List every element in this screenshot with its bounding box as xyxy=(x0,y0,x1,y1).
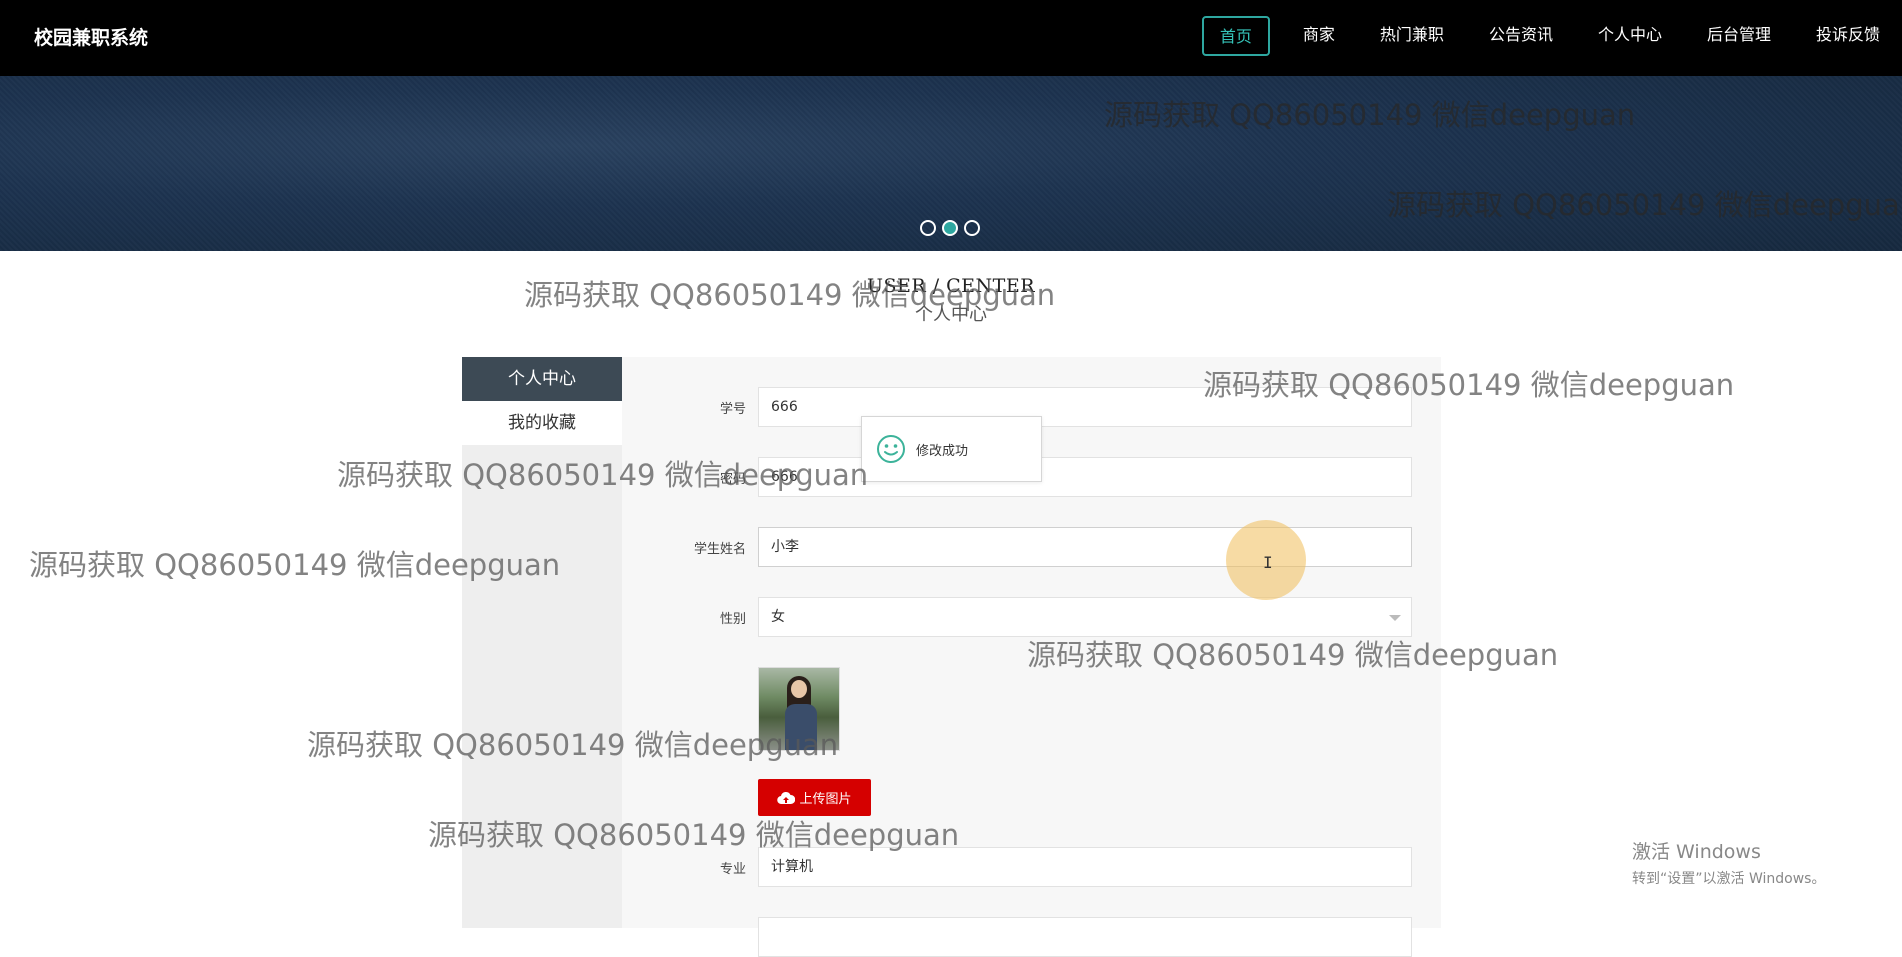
form-row-name: 学生姓名 小李 xyxy=(622,527,1441,567)
chevron-down-icon xyxy=(1389,615,1401,621)
nav-merchants[interactable]: 商家 xyxy=(1281,16,1357,56)
windows-activation-hint: 转到“设置”以激活 Windows。 xyxy=(1632,871,1826,887)
site-brand[interactable]: 校园兼职系统 xyxy=(34,23,148,50)
gender-label: 性别 xyxy=(719,612,746,627)
carousel-dot-3[interactable] xyxy=(964,220,980,236)
toast-message: 修改成功 xyxy=(916,443,969,459)
windows-activation-title: 激活 Windows xyxy=(1632,841,1761,863)
nav-home[interactable]: 首页 xyxy=(1201,16,1270,56)
smile-icon xyxy=(877,435,905,463)
major-label: 专业 xyxy=(719,862,746,877)
cloud-upload-icon xyxy=(777,791,796,804)
carousel-indicators xyxy=(920,220,980,236)
watermark-text: 源码获取 QQ86050149 微信deepguan xyxy=(428,818,960,852)
sidebar-item-user-center[interactable]: 个人中心 xyxy=(462,357,622,401)
nav-hot-jobs[interactable]: 热门兼职 xyxy=(1358,16,1466,56)
top-navbar: 校园兼职系统 首页 商家 热门兼职 公告资讯 个人中心 后台管理 投诉反馈 xyxy=(0,0,1902,76)
watermark-text: 源码获取 QQ86050149 微信deepguan xyxy=(524,278,1056,312)
carousel-dot-1[interactable] xyxy=(920,220,936,236)
success-toast: 修改成功 xyxy=(861,416,1042,482)
upload-image-label: 上传图片 xyxy=(799,792,852,807)
gender-selected-value: 女 xyxy=(771,609,785,625)
text-cursor-icon: I xyxy=(1263,553,1273,572)
nav-admin[interactable]: 后台管理 xyxy=(1685,16,1793,56)
student-id-label: 学号 xyxy=(719,402,746,417)
main-nav: 首页 商家 热门兼职 公告资讯 个人中心 后台管理 投诉反馈 xyxy=(1201,16,1902,56)
form-row-gender: 性别 女 xyxy=(622,597,1441,637)
form-row-next xyxy=(622,917,1441,957)
watermark-text: 源码获取 QQ86050149 微信deepguan xyxy=(1387,188,1902,222)
windows-activation-notice: 激活 Windows 转到“设置”以激活 Windows。 xyxy=(1632,837,1825,888)
nav-news[interactable]: 公告资讯 xyxy=(1467,16,1575,56)
upload-image-button[interactable]: 上传图片 xyxy=(758,779,871,816)
name-input[interactable]: 小李 xyxy=(758,527,1412,567)
watermark-text: 源码获取 QQ86050149 微信deepguan xyxy=(1027,638,1559,672)
nav-feedback[interactable]: 投诉反馈 xyxy=(1794,16,1902,56)
next-input[interactable] xyxy=(758,917,1412,957)
watermark-text: 源码获取 QQ86050149 微信deepguan xyxy=(1203,368,1735,402)
watermark-text: 源码获取 QQ86050149 微信deepguan xyxy=(307,728,839,762)
gender-select[interactable]: 女 xyxy=(758,597,1412,637)
watermark-text: 源码获取 QQ86050149 微信deepguan xyxy=(1104,98,1636,132)
carousel-dot-2[interactable] xyxy=(942,220,958,236)
watermark-text: 源码获取 QQ86050149 微信deepguan xyxy=(337,458,869,492)
watermark-text: 源码获取 QQ86050149 微信deepguan xyxy=(29,548,561,582)
nav-user-center[interactable]: 个人中心 xyxy=(1576,16,1684,56)
name-label: 学生姓名 xyxy=(693,542,746,557)
sidebar-item-favorites[interactable]: 我的收藏 xyxy=(462,401,622,445)
